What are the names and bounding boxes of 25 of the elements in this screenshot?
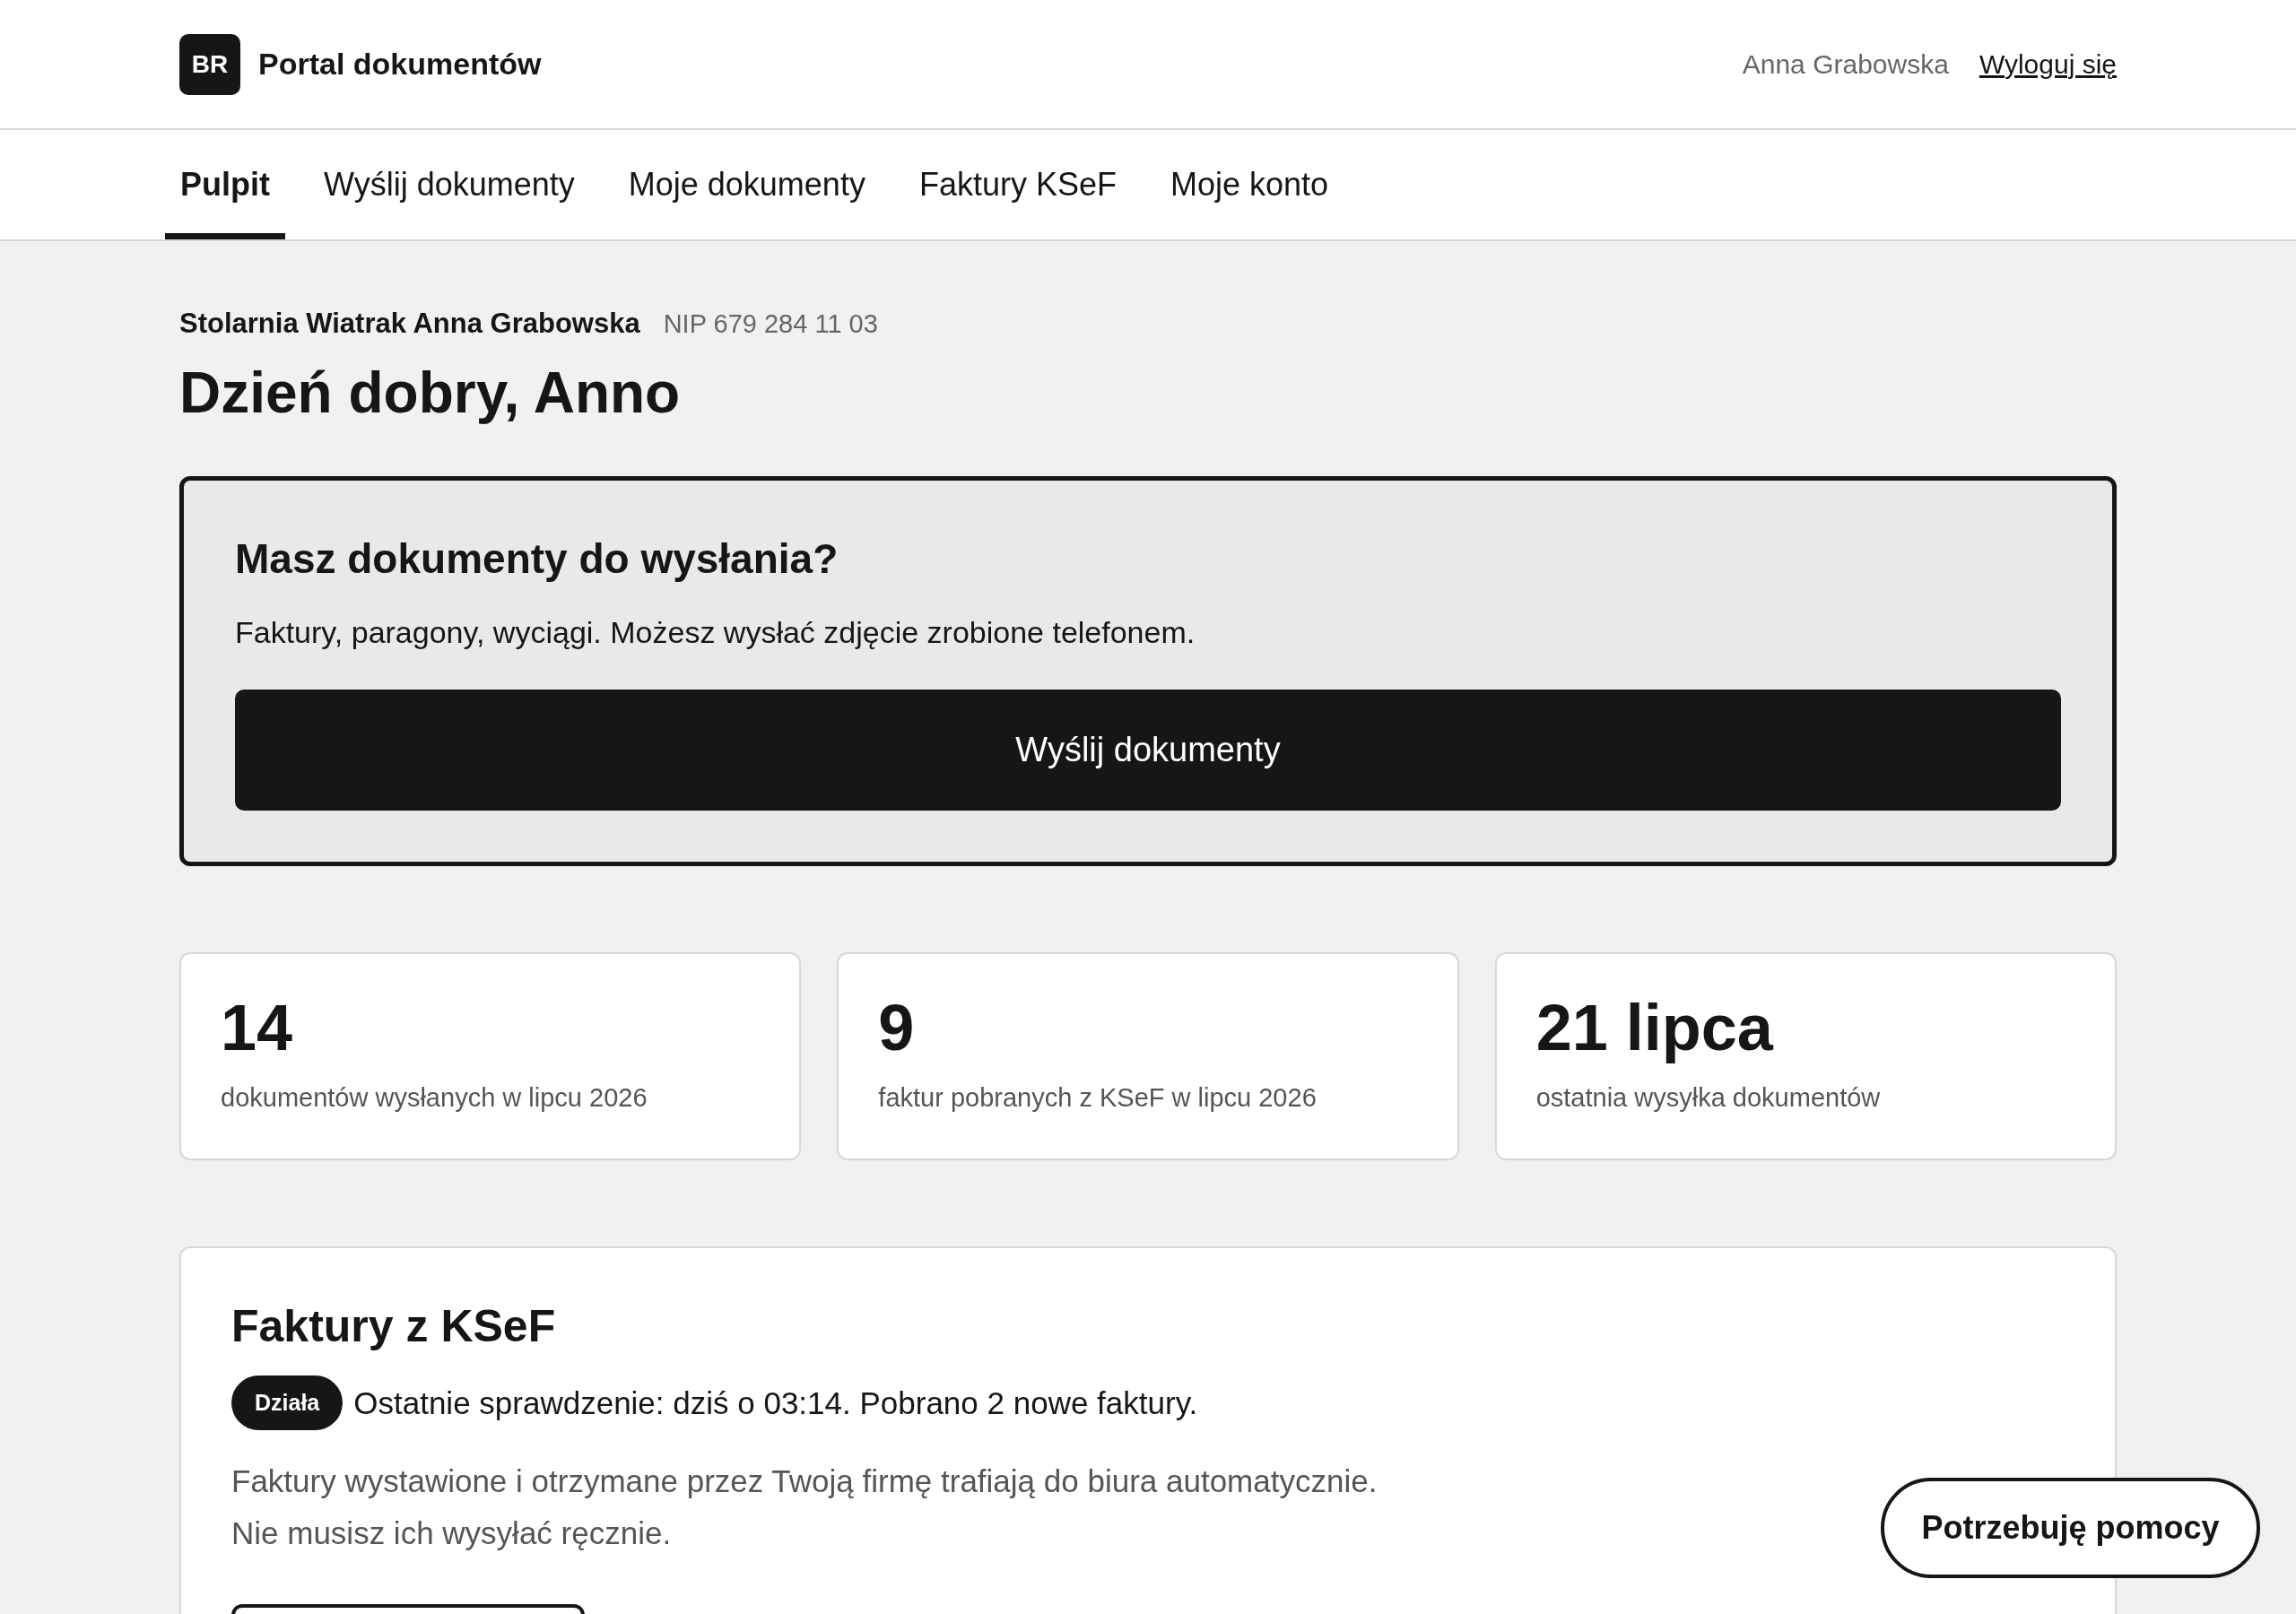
nav-tab[interactable]: Pulpit (165, 130, 285, 239)
help-button[interactable]: Potrzebuję pomocy (1881, 1478, 2260, 1578)
greeting: Dzień dobry, Anno (179, 360, 682, 426)
nav-tab[interactable]: Moje dokumenty (613, 130, 881, 239)
company-name: Stolarnia Wiatrak Anna Grabowska (179, 308, 640, 340)
nav-tab[interactable]: Faktury KSeF (903, 130, 1132, 239)
stat-label: faktur pobranych z KSeF w lipcu 2026 (878, 1083, 1318, 1113)
stat-label: ostatnia wysyłka dokumentów (1535, 1083, 1882, 1113)
nav-tab[interactable]: Moje konto (1154, 130, 1344, 239)
stat-label: dokumentów wysłanych w lipcu 2026 (221, 1083, 648, 1113)
last-check-text: Ostatnie sprawdzenie: dziś o 03:14. Pobrano 2 nowe faktury. (353, 1384, 1198, 1421)
card-title: Faktury z KSeF (231, 1300, 557, 1352)
nav-tab[interactable]: Wyślij dokumenty (309, 130, 590, 239)
status-badge: Działa (231, 1375, 344, 1430)
card-title: Masz dokumenty do wysłania? (235, 534, 839, 583)
user-name: Anna Grabowska (1742, 48, 1949, 80)
stat-value: 14 (221, 995, 294, 1060)
send-documents-button[interactable]: Wyślij dokumenty (235, 690, 2061, 811)
portal-title: Portal dokumentów (258, 47, 542, 82)
logout-link[interactable]: Wyloguj się (1979, 48, 2117, 80)
logo-badge: BR (179, 33, 240, 95)
card-text: Faktury, paragony, wyciągi. Możesz wysłać zdjęcie zrobione telefonem. (235, 615, 1196, 650)
tax-id: NIP 679 284 11 03 (663, 309, 878, 339)
description-text: Faktury wystawione i otrzymane przez Twoją firmę trafiają do biura automatycznie. Nie musisz ich wysyłać ręcznie. (231, 1462, 1378, 1552)
stat-value: 9 (878, 995, 916, 1060)
